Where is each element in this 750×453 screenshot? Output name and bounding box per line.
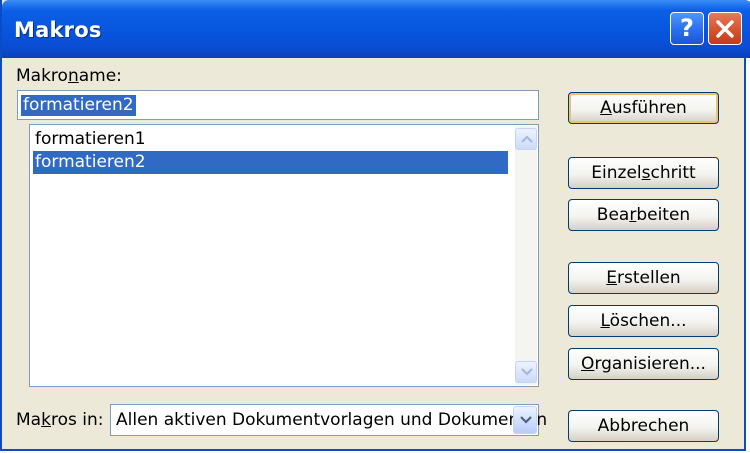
scroll-down-button[interactable] bbox=[515, 361, 537, 383]
chevron-up-icon bbox=[521, 135, 533, 143]
macros-in-value: Allen aktiven Dokumentvorlagen und Dokum… bbox=[116, 410, 548, 430]
macros-in-label: Makros in: bbox=[16, 410, 104, 430]
dialog-title: Makros bbox=[14, 18, 102, 42]
organize-button[interactable]: Organisieren... bbox=[568, 348, 719, 380]
delete-button[interactable]: Löschen... bbox=[568, 305, 719, 337]
dropdown-button[interactable] bbox=[513, 406, 537, 434]
create-button[interactable]: Erstellen bbox=[568, 262, 719, 294]
macro-name-value: formatieren2 bbox=[21, 95, 136, 116]
macros-dialog: Makros ? Makroname: formatieren2 formati… bbox=[0, 0, 750, 451]
help-button[interactable]: ? bbox=[670, 12, 704, 45]
close-button[interactable] bbox=[708, 12, 742, 45]
chevron-down-icon bbox=[520, 416, 532, 424]
cancel-button[interactable]: Abbrechen bbox=[568, 410, 719, 442]
macros-in-select[interactable]: Allen aktiven Dokumentvorlagen und Dokum… bbox=[110, 404, 547, 436]
title-bar[interactable]: Makros ? bbox=[2, 0, 750, 58]
macro-name-input[interactable]: formatieren2 bbox=[17, 90, 539, 120]
list-item-selected[interactable]: formatieren2 bbox=[33, 151, 508, 174]
chevron-down-icon bbox=[521, 368, 533, 376]
edit-button[interactable]: Bearbeiten bbox=[568, 199, 719, 231]
list-scrollbar[interactable] bbox=[515, 126, 537, 385]
step-into-button[interactable]: Einzelschritt bbox=[568, 157, 719, 189]
scroll-up-button[interactable] bbox=[515, 128, 537, 150]
list-item[interactable]: formatieren1 bbox=[33, 128, 508, 151]
help-icon: ? bbox=[680, 14, 694, 42]
run-button[interactable]: Ausführen bbox=[568, 92, 719, 124]
macro-list[interactable]: formatieren1 formatieren2 bbox=[29, 124, 539, 387]
macro-name-label: Makroname: bbox=[16, 66, 122, 86]
close-icon bbox=[716, 20, 734, 38]
